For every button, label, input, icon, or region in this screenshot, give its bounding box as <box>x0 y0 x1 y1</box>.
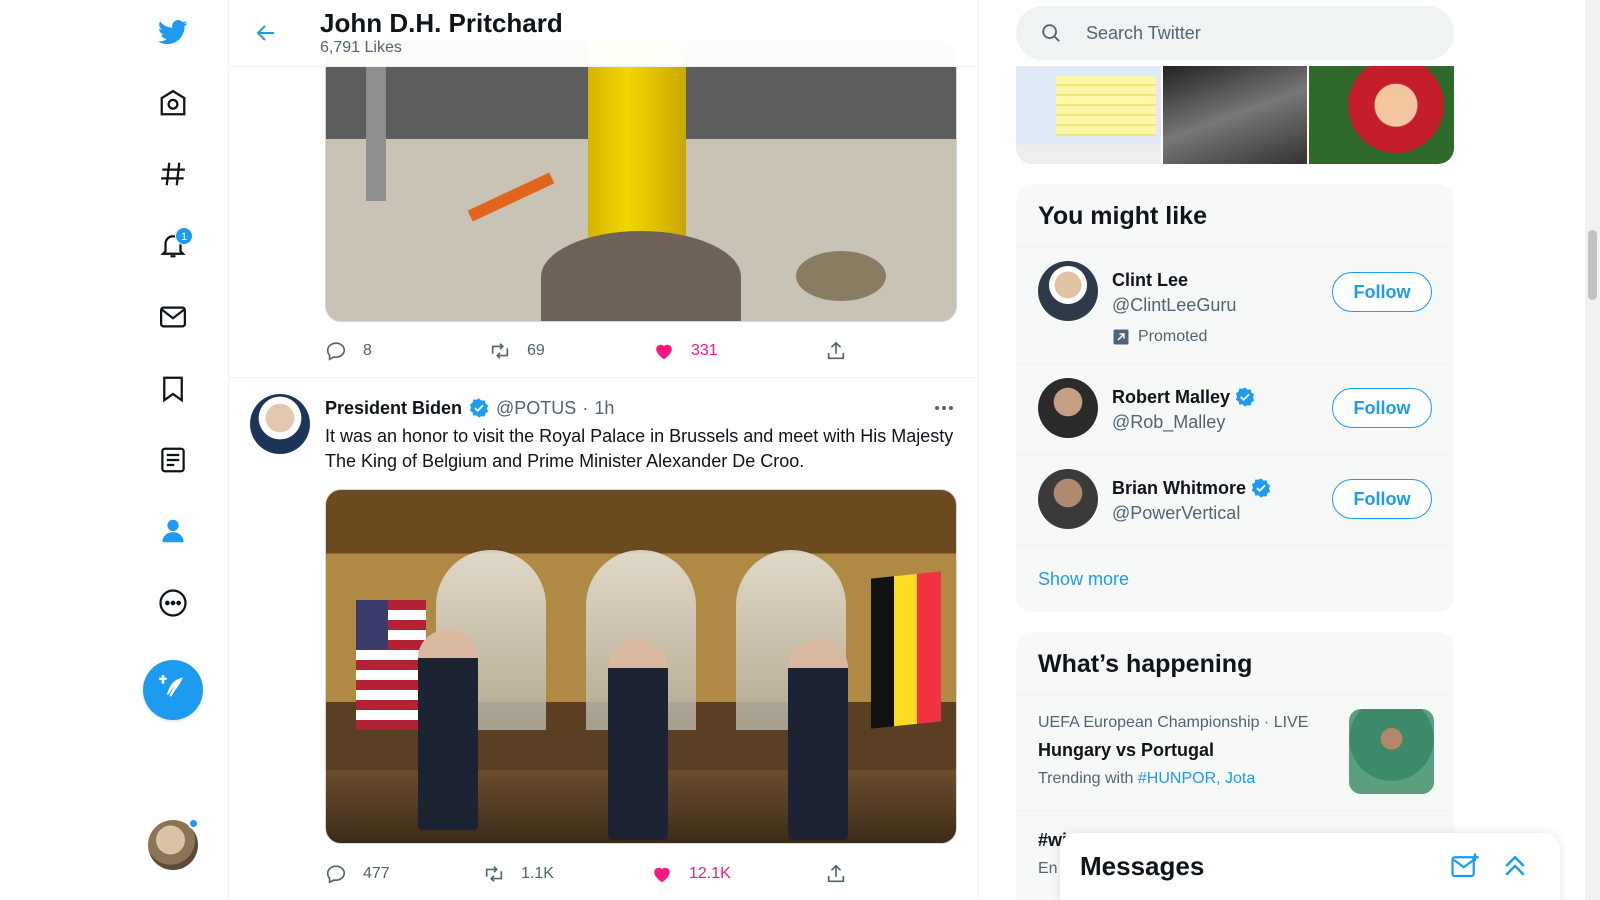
like-count: 12.1K <box>689 865 731 882</box>
page-title: John D.H. Pritchard <box>320 8 563 38</box>
more-icon[interactable] <box>143 573 203 633</box>
retweet-count: 69 <box>527 342 545 359</box>
page-header: John D.H. Pritchard 6,791 Likes <box>229 0 978 67</box>
verified-badge-icon <box>469 398 489 418</box>
heart-filled-icon <box>654 867 670 883</box>
media-thumb-holiday[interactable] <box>1309 66 1454 164</box>
arrow-left-icon <box>256 25 274 41</box>
reply-icon <box>326 865 346 884</box>
reply-count: 8 <box>363 342 372 359</box>
compose-tweet-icon <box>159 675 183 697</box>
tweet-header: President Biden @POTUS · 1h <box>325 397 614 419</box>
home-icon[interactable] <box>143 73 203 133</box>
follow-button[interactable]: Follow <box>1332 272 1432 312</box>
tweet-media-rocket[interactable] <box>325 40 957 322</box>
reply-count: 477 <box>363 865 390 882</box>
bookmarks-icon[interactable] <box>143 359 203 419</box>
explore-hashtag-icon[interactable] <box>143 144 203 204</box>
lists-icon[interactable] <box>143 430 203 490</box>
user-avatar[interactable] <box>1038 469 1098 529</box>
trend-trending-with: Trending with #HUNPOR, Jota <box>1038 770 1256 787</box>
left-navigation: 1 <box>0 0 229 900</box>
search-box <box>1016 6 1454 60</box>
tweet-text: It was an honor to visit the Royal Palac… <box>325 426 954 471</box>
main-timeline: John D.H. Pritchard 6,791 Likes 8 69 331… <box>229 0 979 900</box>
trends-title: What’s happening <box>1038 650 1253 678</box>
tweet-actions: 477 1.1K 12.1K <box>325 861 865 887</box>
separator-dot: · <box>582 397 589 418</box>
promoted-label: Promoted <box>1112 328 1207 346</box>
reply-icon <box>326 342 346 361</box>
retweet-button[interactable]: 1.1K <box>483 861 554 887</box>
new-message-icon[interactable] <box>1450 851 1480 881</box>
account-status-dot <box>188 818 199 829</box>
user-avatar[interactable] <box>1038 378 1098 438</box>
trend-title[interactable]: Hungary vs Portugal <box>1038 740 1214 761</box>
profile-media-strip <box>1016 66 1454 164</box>
trend-image[interactable] <box>1349 709 1434 794</box>
scrollbar-thumb[interactable] <box>1588 230 1597 300</box>
back-button[interactable] <box>247 14 285 52</box>
search-icon <box>1042 24 1060 42</box>
page-scrollbar[interactable] <box>1585 0 1600 900</box>
verified-badge-icon <box>1235 387 1255 407</box>
retweet-button[interactable]: 69 <box>489 338 545 364</box>
twitter-logo-icon[interactable] <box>143 2 203 62</box>
heart-filled-icon <box>656 344 672 360</box>
retweet-icon <box>491 343 509 359</box>
retweet-icon <box>485 866 503 882</box>
retweet-count: 1.1K <box>521 865 554 882</box>
media-thumb-crowd[interactable] <box>1162 66 1308 164</box>
share-button[interactable] <box>825 861 847 887</box>
reply-button[interactable]: 477 <box>325 861 390 887</box>
likes-count: 6,791 Likes <box>320 39 402 56</box>
tweet-author-handle[interactable]: @POTUS <box>496 398 576 419</box>
who-to-follow-title: You might like <box>1038 202 1207 230</box>
trend-meta-partial: En <box>1038 860 1058 877</box>
like-button[interactable]: 12.1K <box>651 861 731 887</box>
follow-button[interactable]: Follow <box>1332 388 1432 428</box>
messages-mail-icon[interactable] <box>143 287 203 347</box>
user-handle[interactable]: @Rob_Malley <box>1112 412 1225 433</box>
tweet-more-button[interactable] <box>932 396 956 420</box>
messages-title: Messages <box>1080 851 1205 881</box>
like-count: 331 <box>691 342 718 359</box>
tweet-author-avatar[interactable] <box>250 394 310 454</box>
user-name[interactable]: Robert Malley <box>1112 386 1256 408</box>
who-to-follow-card: You might like Clint Lee @ClintLeeGuru P… <box>1016 184 1454 612</box>
like-button[interactable]: 331 <box>653 338 718 364</box>
trend-hashtag-links[interactable]: #HUNPOR, Jota <box>1138 770 1255 787</box>
trend-meta: UEFA European Championship · LIVE <box>1038 714 1309 731</box>
search-input[interactable] <box>1086 6 1426 60</box>
tweet-media-royal-palace[interactable] <box>325 489 957 844</box>
tweet-actions: 8 69 331 <box>325 338 865 364</box>
share-button[interactable] <box>825 338 847 364</box>
share-icon <box>827 341 845 360</box>
reply-button[interactable]: 8 <box>325 338 372 364</box>
user-name[interactable]: Clint Lee <box>1112 270 1188 291</box>
chevron-up-double-icon[interactable] <box>1500 851 1530 881</box>
verified-badge-icon <box>1251 478 1271 498</box>
share-icon <box>827 864 845 883</box>
compose-tweet-button[interactable] <box>143 660 203 720</box>
profile-icon[interactable] <box>143 501 203 561</box>
tweet-author-name[interactable]: President Biden <box>325 398 462 419</box>
tweet-divider <box>229 377 978 378</box>
user-avatar[interactable] <box>1038 261 1098 321</box>
follow-button[interactable]: Follow <box>1332 479 1432 519</box>
notifications-badge: 1 <box>175 227 193 245</box>
messages-drawer[interactable]: Messages <box>1060 833 1560 900</box>
user-handle[interactable]: @ClintLeeGuru <box>1112 295 1236 316</box>
media-thumb-spreadsheet[interactable] <box>1016 66 1161 164</box>
user-name[interactable]: Brian Whitmore <box>1112 477 1272 499</box>
notifications-bell-icon[interactable]: 1 <box>143 215 203 275</box>
more-horizontal-icon <box>935 406 953 410</box>
show-more-link[interactable]: Show more <box>1038 569 1129 590</box>
tweet-timestamp[interactable]: 1h <box>594 398 614 419</box>
promoted-icon <box>1113 329 1129 345</box>
user-handle[interactable]: @PowerVertical <box>1112 503 1240 524</box>
